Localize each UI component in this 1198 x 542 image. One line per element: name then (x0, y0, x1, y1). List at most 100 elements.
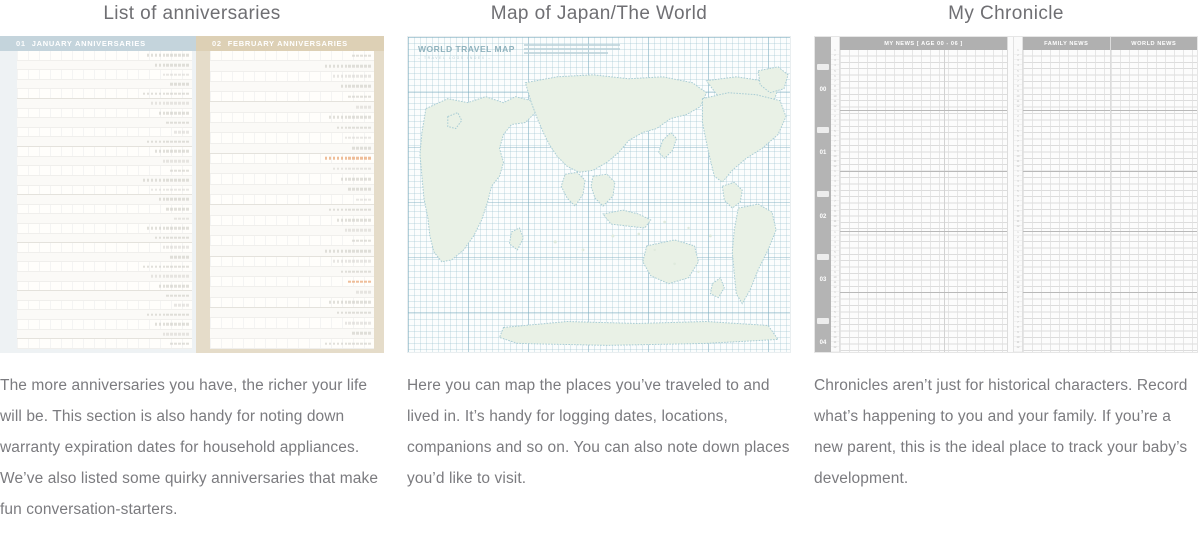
caption-chronicle: Chronicles aren’t just for historical ch… (814, 377, 1188, 487)
anniversary-day-row[interactable]: 25 (210, 298, 374, 309)
page-title-anniversaries: List of anniversaries (103, 3, 281, 24)
anniversary-day-row[interactable]: 6 (17, 99, 192, 109)
anniversary-day-row[interactable]: 11 (17, 147, 192, 157)
anniversary-day-row[interactable]: 13 (17, 166, 192, 176)
anniversary-spread: 01 JANUARY ANNIVERSARIES 123456789101112… (0, 36, 384, 353)
anniversary-day-rows-january: 1234567891011121314151617181920212223242… (17, 51, 192, 349)
anniversary-day-row[interactable]: 1 (17, 51, 192, 61)
sample-image-chronicle: 00 01 02 03 04 1 2 3 4 5 6 7 8 9 10 11 12 1 2 3 4 5 6 7 8 9 10 11 1… (814, 36, 1198, 353)
chronicle-year-divider (840, 231, 1007, 233)
anniversary-day-row[interactable]: 21 (17, 243, 192, 253)
anniversary-day-table-february: 1234567891011121314151617181920212223242… (210, 51, 374, 349)
anniversary-entry-text (344, 321, 371, 325)
anniversary-day-row[interactable]: 10 (17, 137, 192, 148)
anniversary-day-row[interactable]: 30 (17, 329, 192, 340)
anniversary-day-row[interactable]: 26 (17, 291, 192, 301)
anniversary-day-row[interactable]: 9 (17, 128, 192, 138)
map-subtitle: – TRAVEL LOGS INDEX – (418, 56, 492, 60)
anniversary-day-row[interactable]: 12 (17, 156, 192, 167)
anniversary-day-row[interactable]: 20 (17, 233, 192, 244)
chronicle-month-rail-right: 1 2 3 4 5 6 7 8 9 10 11 12 1 2 3 4 5 6 7 8 9 10 11 12 1 2 3 4 5 6 7 8 9 1… (1014, 37, 1023, 352)
anniversary-day-row[interactable]: 23 (210, 277, 374, 288)
anniversary-day-row[interactable]: 27 (17, 301, 192, 311)
anniversary-day-row[interactable]: 1 (210, 51, 374, 62)
anniversary-day-row[interactable]: 18 (210, 225, 374, 237)
anniversary-day-row[interactable]: 14 (17, 175, 192, 186)
anniversary-day-row[interactable]: 29 (210, 339, 374, 349)
anniversary-entry-text (170, 169, 189, 172)
anniversary-day-row[interactable]: 7 (17, 109, 192, 119)
anniversary-day-row[interactable]: 2 (210, 61, 374, 72)
chronicle-year-divider (1110, 291, 1197, 293)
anniversary-day-row[interactable]: 9 (210, 133, 374, 144)
anniversary-day-row[interactable]: 29 (17, 320, 192, 330)
chronicle-month-cell[interactable]: 12 (1014, 346, 1022, 352)
anniversary-entry-text (356, 105, 371, 109)
anniversary-day-row[interactable]: 15 (17, 186, 192, 196)
anniversary-entry-text (158, 111, 189, 115)
world-travel-map: WORLD TRAVEL MAP – TRAVEL LOGS INDEX – (407, 36, 791, 353)
anniversary-page-number-january: 01 (16, 39, 26, 48)
chronicle-rows-family (1023, 50, 1110, 352)
anniversary-entry-text (328, 208, 371, 212)
chronicle-year-divider (840, 291, 1007, 293)
chronicle-year-divider (1023, 170, 1110, 172)
anniversary-day-row[interactable]: 21 (210, 257, 374, 267)
anniversary-day-row[interactable]: 18 (17, 214, 192, 224)
anniversary-day-row[interactable]: 5 (17, 89, 192, 100)
anniversary-entry-text (356, 290, 371, 294)
anniversary-entry-text (174, 130, 189, 134)
chronicle-month-cell[interactable]: 12 (831, 346, 839, 352)
anniversary-day-row[interactable]: 24 (210, 287, 374, 298)
anniversary-entry-text (324, 157, 371, 160)
anniversary-day-row[interactable]: 4 (17, 79, 192, 90)
anniversary-day-row[interactable]: 12 (210, 164, 374, 175)
anniversary-day-row[interactable]: 20 (210, 246, 374, 257)
anniversary-day-row[interactable]: 6 (210, 102, 374, 113)
anniversary-day-row[interactable]: 10 (210, 143, 374, 154)
anniversary-day-row[interactable]: 5 (210, 92, 374, 103)
anniversary-day-row[interactable]: 8 (17, 118, 192, 128)
chronicle-header-family: FAMILY NEWS (1023, 37, 1110, 50)
chronicle-column-mynews: MY NEWS [ AGE 00 - 06 ] (840, 37, 1008, 352)
anniversary-day-row[interactable]: 22 (17, 252, 192, 263)
chronicle-year-label: 00 (819, 86, 827, 93)
anniversary-day-row[interactable]: 16 (17, 195, 192, 205)
anniversary-entry-text (166, 294, 189, 297)
anniversary-day-row[interactable]: 15 (210, 195, 374, 206)
anniversary-page-january: 01 JANUARY ANNIVERSARIES 123456789101112… (0, 36, 196, 353)
anniversary-day-row[interactable]: 16 (210, 205, 374, 216)
anniversary-day-row[interactable]: 23 (17, 262, 192, 273)
anniversary-day-row[interactable]: 3 (17, 70, 192, 80)
anniversary-page-header-february: 02 FEBRUARY ANNIVERSARIES (196, 36, 384, 51)
chronicle-rows-world (1110, 50, 1197, 352)
anniversary-day-row[interactable]: 22 (210, 266, 374, 278)
anniversary-day-row[interactable]: 13 (210, 174, 374, 185)
anniversary-day-row[interactable]: 24 (17, 272, 192, 282)
anniversary-day-row[interactable]: 14 (210, 184, 374, 195)
anniversary-entry-text (348, 95, 371, 99)
feature-columns-grid: List of anniversaries 01 JANUARY ANNIVER… (0, 0, 1198, 525)
anniversary-entry-text (348, 280, 371, 284)
anniversary-day-row[interactable]: 28 (210, 328, 374, 339)
anniversary-day-row[interactable]: 31 (17, 339, 192, 349)
anniversary-entry-text (142, 265, 189, 268)
chronicle-header-mynews: MY NEWS [ AGE 00 - 06 ] (840, 37, 1007, 50)
anniversary-day-row[interactable]: 26 (210, 308, 374, 319)
anniversary-day-row[interactable]: 27 (210, 318, 374, 329)
anniversary-day-row[interactable]: 7 (210, 113, 374, 123)
anniversary-day-row[interactable]: 3 (210, 72, 374, 82)
anniversary-page-title-january: JANUARY ANNIVERSARIES (31, 39, 146, 48)
anniversary-day-row[interactable]: 25 (17, 282, 192, 292)
anniversary-day-row[interactable]: 8 (210, 122, 374, 134)
anniversary-day-row[interactable]: 17 (17, 205, 192, 215)
anniversary-day-row[interactable]: 2 (17, 60, 192, 71)
anniversary-day-row[interactable]: 28 (17, 310, 192, 321)
anniversary-entry-text (158, 284, 189, 288)
anniversary-day-row[interactable]: 19 (17, 224, 192, 234)
anniversary-day-row[interactable]: 4 (210, 81, 374, 93)
anniversary-day-row[interactable]: 11 (210, 154, 374, 165)
anniversary-day-row[interactable]: 19 (210, 236, 374, 247)
anniversary-day-row[interactable]: 17 (210, 216, 374, 226)
chronicle-half-year-marker (817, 190, 829, 197)
